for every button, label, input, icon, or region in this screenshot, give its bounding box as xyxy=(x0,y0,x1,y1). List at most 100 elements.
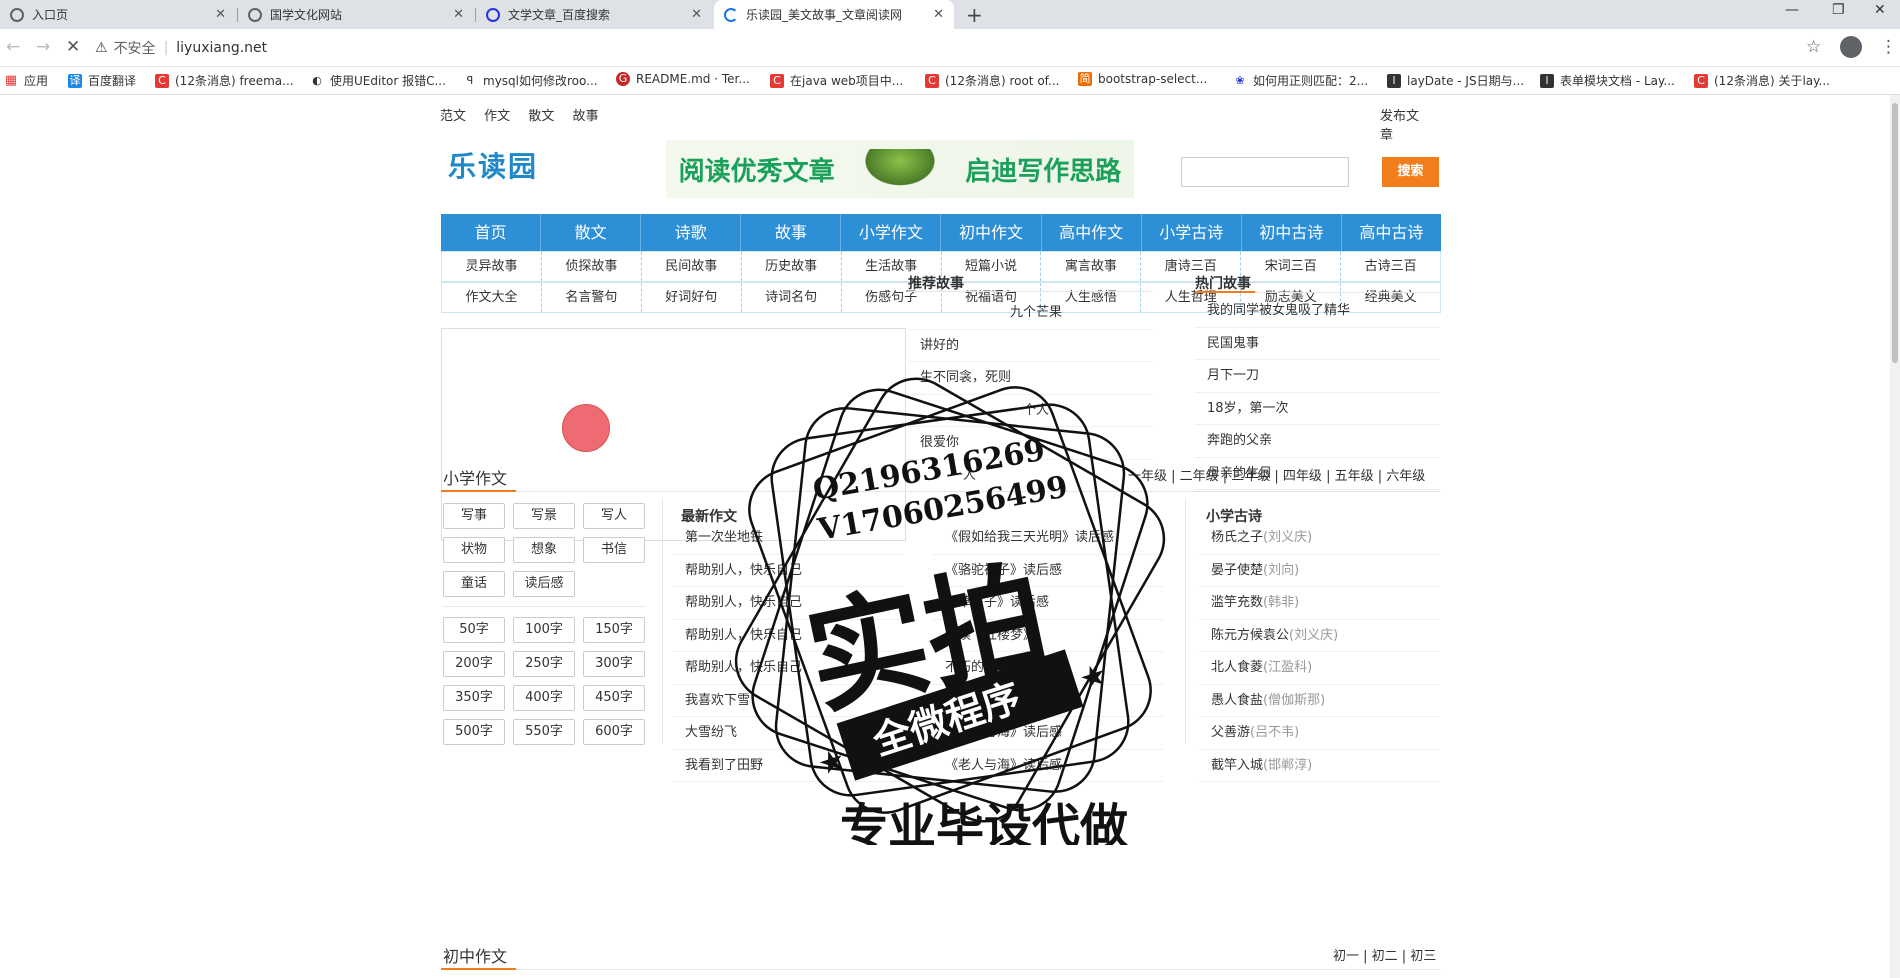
security-label[interactable]: 不安全 xyxy=(114,38,156,58)
nav-item[interactable]: 故事 xyxy=(741,214,842,251)
bookmark[interactable]: l 表单模块文档 - Lay... xyxy=(1540,72,1675,89)
tab-3[interactable]: 文学文章_百度搜索 ✕ xyxy=(476,0,712,29)
restore-icon[interactable]: ❐ xyxy=(1832,2,1845,18)
forward-arrow-icon[interactable]: → xyxy=(36,37,50,57)
nav-item[interactable]: 首页 xyxy=(441,214,542,251)
close-icon[interactable]: ✕ xyxy=(215,7,226,22)
list-item[interactable]: 截竿入城(邯郸淳) xyxy=(1199,750,1439,782)
topnav-link[interactable]: 故事 xyxy=(572,109,598,124)
list-item[interactable]: 讲好的 xyxy=(908,330,1153,362)
nav-item[interactable]: 小学古诗 xyxy=(1142,214,1242,251)
bookmark[interactable]: ❀ 如何用正则匹配：2... xyxy=(1233,72,1368,89)
list-item[interactable]: 《骆驼祥子》读后感 xyxy=(933,685,1163,717)
list-item[interactable]: 帮助别人，快乐自己 xyxy=(673,587,903,620)
nav-item[interactable]: 初中作文 xyxy=(941,214,1042,251)
bookmark[interactable]: C (12条消息) 关于lay... xyxy=(1694,72,1830,89)
tag-button[interactable]: 书信 xyxy=(583,537,645,563)
list-item[interactable]: 月下一刀 xyxy=(1195,360,1440,393)
list-item[interactable]: 我的同学被女鬼吸了精华 xyxy=(1195,295,1440,328)
subnav-item[interactable]: 寓言故事 xyxy=(1041,252,1142,281)
list-item[interactable]: 生不同衾，死则 xyxy=(908,362,1153,395)
star-bookmark-icon[interactable]: ☆ xyxy=(1806,37,1821,57)
site-logo[interactable]: 乐读园 xyxy=(448,145,538,185)
list-item[interactable]: 《骆驼祥子》读后感 xyxy=(933,555,1163,587)
topnav-link[interactable]: 作文 xyxy=(484,109,510,124)
wordcount-button[interactable]: 50字 xyxy=(443,617,505,643)
tab-1[interactable]: 入口页 ✕ xyxy=(0,0,236,29)
new-tab-plus-icon[interactable]: + xyxy=(966,3,983,27)
wordcount-button[interactable]: 600字 xyxy=(583,719,645,745)
wordcount-button[interactable]: 450字 xyxy=(583,685,645,711)
wordcount-button[interactable]: 350字 xyxy=(443,685,505,711)
tag-button[interactable]: 写事 xyxy=(443,503,505,529)
slideshow-placeholder[interactable] xyxy=(441,328,906,541)
tab-2[interactable]: 国学文化网站 ✕ xyxy=(238,0,474,29)
tag-button[interactable]: 写景 xyxy=(513,503,575,529)
omnibox[interactable]: ⚠ 不安全 | liyuxiang.net xyxy=(95,33,1820,63)
list-item[interactable]: 九个芒果 xyxy=(908,297,1153,330)
bookmark[interactable]: ꟼ mysql如何修改roo... xyxy=(463,72,598,89)
tab-4-active[interactable]: 乐读园_美文故事_文章阅读网 ✕ xyxy=(714,0,954,29)
wordcount-button[interactable]: 550字 xyxy=(513,719,575,745)
list-item[interactable]: 大雪纷飞 xyxy=(673,717,903,750)
list-item[interactable]: 北人食菱(江盈科) xyxy=(1199,652,1439,685)
list-item[interactable]: 18岁，第一次 xyxy=(1195,393,1440,425)
scroll-thumb[interactable] xyxy=(1892,103,1898,363)
list-item[interactable]: 一个人 xyxy=(908,395,1153,427)
tag-button[interactable]: 童话 xyxy=(443,571,505,597)
subnav-item[interactable]: 宋词三百 xyxy=(1241,252,1342,281)
bookmark-apps[interactable]: ▦ 应用 xyxy=(4,72,48,89)
subnav-item[interactable]: 好词好句 xyxy=(642,283,742,312)
url-text[interactable]: liyuxiang.net xyxy=(176,40,267,56)
page-scrollbar[interactable] xyxy=(1890,95,1900,978)
section-title-junior[interactable]: 初中作文 xyxy=(443,943,507,967)
tag-button[interactable]: 想象 xyxy=(513,537,575,563)
nav-item[interactable]: 初中古诗 xyxy=(1242,214,1342,251)
subnav-item[interactable]: 名言警句 xyxy=(542,283,642,312)
back-arrow-icon[interactable]: ← xyxy=(6,37,20,57)
minimize-icon[interactable]: — xyxy=(1785,2,1799,18)
bookmark[interactable]: 简 bootstrap-select... xyxy=(1078,72,1207,86)
list-item[interactable]: 帮助别人，快乐自己 xyxy=(673,652,903,685)
subnav-item[interactable]: 灵异故事 xyxy=(442,252,542,281)
list-item[interactable]: 很爱你 xyxy=(908,427,1153,460)
list-item[interactable]: 《老人与海》读后感 xyxy=(933,750,1163,782)
list-item[interactable]: 陈元方候袁公(刘义庆) xyxy=(1199,620,1439,652)
wordcount-button[interactable]: 250字 xyxy=(513,651,575,677)
section-title-primary[interactable]: 小学作文 xyxy=(443,465,507,489)
tag-button[interactable]: 状物 xyxy=(443,537,505,563)
subnav-item[interactable]: 历史故事 xyxy=(742,252,842,281)
list-item[interactable]: 我喜欢下雪 xyxy=(673,685,903,717)
bookmark[interactable]: C (12条消息) freema... xyxy=(155,72,294,89)
tag-button[interactable]: 读后感 xyxy=(513,571,575,597)
topnav-link[interactable]: 散文 xyxy=(528,109,554,124)
list-item[interactable]: 一人 xyxy=(908,460,1153,492)
list-item[interactable]: 杨氏之子(刘义庆) xyxy=(1199,522,1439,555)
wordcount-button[interactable]: 300字 xyxy=(583,651,645,677)
tag-button[interactable]: 写人 xyxy=(583,503,645,529)
search-button[interactable]: 搜索 xyxy=(1382,157,1439,187)
close-icon[interactable]: ✕ xyxy=(453,7,464,22)
subnav-item[interactable]: 侦探故事 xyxy=(542,252,642,281)
list-item[interactable]: 我看到了田野 xyxy=(673,750,903,782)
wordcount-button[interactable]: 100字 xyxy=(513,617,575,643)
more-menu-icon[interactable]: ⋮ xyxy=(1880,37,1897,57)
list-item[interactable]: 第一次坐地铁 xyxy=(673,522,903,555)
nav-item[interactable]: 小学作文 xyxy=(841,214,942,251)
list-item[interactable]: 我读《红楼梦》 xyxy=(933,620,1163,652)
list-item[interactable]: 滥竽充数(韩非) xyxy=(1199,587,1439,620)
list-item[interactable]: 《草房子》读后感 xyxy=(933,587,1163,620)
list-item[interactable]: 父善游(吕不韦) xyxy=(1199,717,1439,750)
search-input[interactable] xyxy=(1181,157,1349,187)
list-item[interactable]: 《假如给我三天光明》读后感 xyxy=(933,522,1163,555)
nav-item[interactable]: 诗歌 xyxy=(641,214,742,251)
list-item[interactable]: 《老人与海》读后感 xyxy=(933,717,1163,750)
close-icon[interactable]: ✕ xyxy=(691,7,702,22)
topnav-link[interactable]: 范文 xyxy=(440,109,466,124)
window-close-icon[interactable]: ✕ xyxy=(1874,2,1886,18)
list-item[interactable]: 帮助别人，快乐自己 xyxy=(673,555,903,587)
nav-item[interactable]: 高中作文 xyxy=(1042,214,1142,251)
list-item[interactable]: 晏子使楚(刘向) xyxy=(1199,555,1439,587)
list-item[interactable]: 愚人食盐(僧伽斯那) xyxy=(1199,685,1439,717)
wordcount-button[interactable]: 150字 xyxy=(583,617,645,643)
